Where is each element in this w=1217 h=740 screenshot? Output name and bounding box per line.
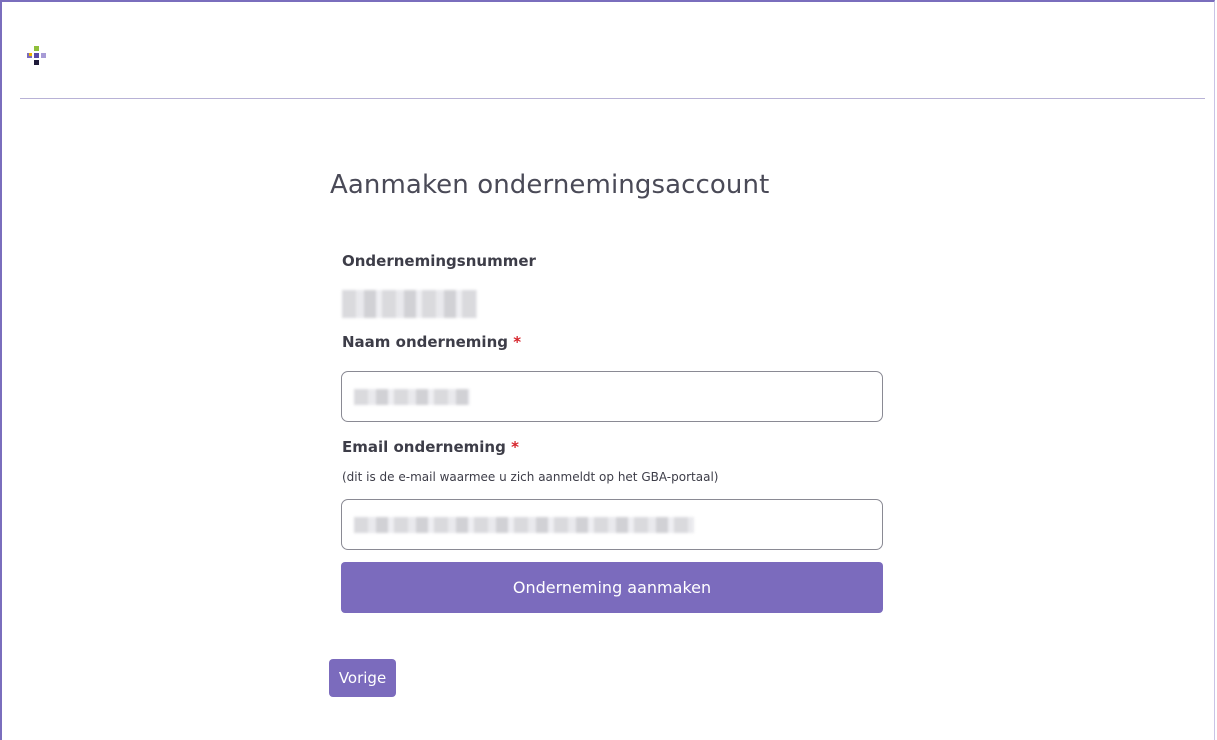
required-marker: * bbox=[513, 333, 522, 351]
required-marker: * bbox=[511, 438, 519, 456]
page-frame bbox=[0, 0, 1215, 740]
logo-square-green bbox=[34, 46, 39, 51]
page-title: Aanmaken ondernemingsaccount bbox=[330, 170, 770, 200]
logo-square-yellow bbox=[29, 53, 32, 56]
gba-logo-icon[interactable] bbox=[27, 46, 47, 68]
logo-square-dark bbox=[34, 60, 39, 65]
header-divider bbox=[20, 98, 1205, 99]
back-button[interactable]: Vorige bbox=[329, 659, 396, 697]
company-email-label-text: Email onderneming bbox=[342, 438, 506, 456]
company-name-label: Naam onderneming * bbox=[342, 333, 521, 351]
company-email-label: Email onderneming * bbox=[342, 438, 519, 456]
company-email-help: (dit is de e-mail waarmee u zich aanmeld… bbox=[342, 470, 719, 484]
company-name-value-redacted bbox=[354, 389, 470, 405]
company-number-label: Ondernemingsnummer bbox=[342, 252, 536, 270]
company-number-value-redacted bbox=[342, 290, 477, 318]
logo-square-purple-center bbox=[34, 53, 39, 58]
company-number-label-text: Ondernemingsnummer bbox=[342, 252, 536, 270]
company-email-value-redacted bbox=[354, 517, 694, 533]
create-company-button[interactable]: Onderneming aanmaken bbox=[341, 562, 883, 613]
company-name-label-text: Naam onderneming bbox=[342, 333, 508, 351]
logo-square-lilac bbox=[41, 53, 46, 58]
